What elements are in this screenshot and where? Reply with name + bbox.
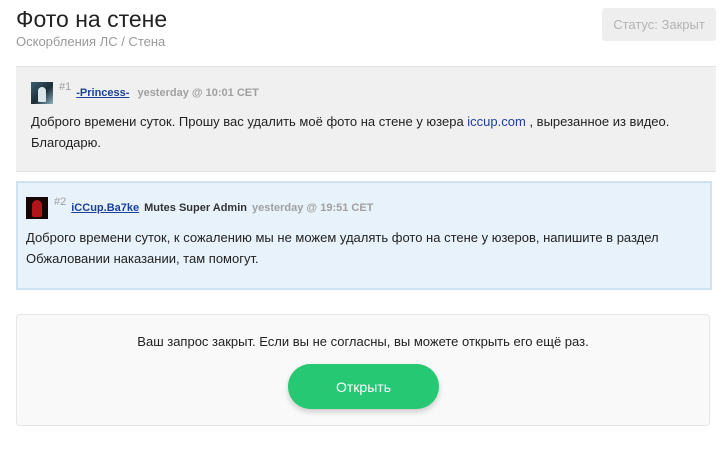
reopen-button[interactable]: Открыть bbox=[288, 364, 439, 409]
closed-notice-text: Ваш запрос закрыт. Если вы не согласны, … bbox=[137, 334, 589, 349]
status-badge: Статус: Закрыт bbox=[602, 8, 716, 41]
post-timestamp: yesterday @ 10:01 CET bbox=[137, 87, 259, 99]
post-header: #2 iCCup.Ba7ke Mutes Super Admin yesterd… bbox=[26, 196, 374, 219]
admin-avatar-icon[interactable] bbox=[26, 197, 48, 219]
page-title: Фото на стене bbox=[16, 6, 168, 32]
user-avatar-icon[interactable] bbox=[31, 82, 53, 104]
post-number: #2 bbox=[54, 196, 67, 208]
author-role: Mutes Super Admin bbox=[144, 202, 247, 214]
post-text: Доброго времени суток, к сожалению мы не… bbox=[26, 230, 659, 266]
post-item-admin: #2 iCCup.Ba7ke Mutes Super Admin yesterd… bbox=[16, 181, 712, 290]
post-link[interactable]: iccup.com bbox=[467, 114, 526, 129]
post-header: #1 -Princess- yesterday @ 10:01 CET bbox=[31, 81, 259, 104]
post-number: #1 bbox=[59, 81, 72, 93]
post-author-link[interactable]: iCCup.Ba7ke bbox=[71, 202, 139, 214]
post-item: #1 -Princess- yesterday @ 10:01 CET Добр… bbox=[16, 66, 716, 172]
post-author-link[interactable]: -Princess- bbox=[76, 87, 129, 99]
breadcrumb: Оскорбления ЛС / Стена bbox=[16, 34, 166, 49]
post-timestamp: yesterday @ 19:51 CET bbox=[252, 202, 374, 214]
post-text: Доброго времени суток. Прошу вас удалить… bbox=[31, 114, 670, 150]
closed-notice: Ваш запрос закрыт. Если вы не согласны, … bbox=[16, 314, 710, 426]
